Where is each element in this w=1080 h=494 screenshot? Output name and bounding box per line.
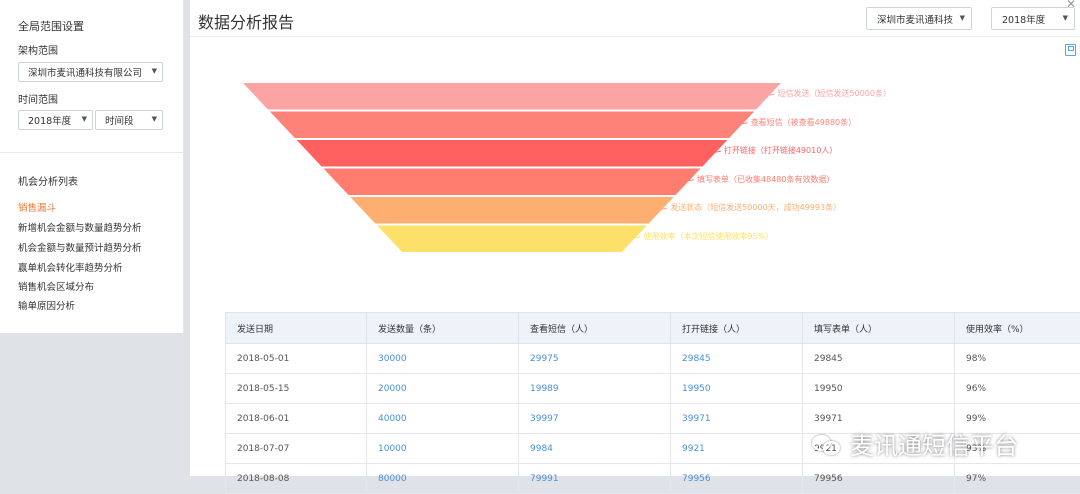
year-select[interactable]: 2018年度 ▼ xyxy=(18,110,93,130)
wechat-icon xyxy=(812,433,842,455)
chevron-down-icon: ▼ xyxy=(152,67,157,75)
cell-opened[interactable]: 9921 xyxy=(671,434,803,464)
cell-sent[interactable]: 80000 xyxy=(367,464,519,494)
report-table: 发送日期 发送数量（条） 查看短信（人） 打开链接（人） 填写表单（人） 使用效… xyxy=(225,312,1080,494)
sidebar-item-region-distribution[interactable]: 销售机会区域分布 xyxy=(18,279,94,293)
cell-sent[interactable]: 20000 xyxy=(367,374,519,404)
col-header-forms: 填写表单（人） xyxy=(803,313,955,344)
period-select[interactable]: 时间段 ▼ xyxy=(95,110,163,130)
cell-viewed[interactable]: 79991 xyxy=(519,464,671,494)
watermark-text: 麦讯通短信平台 xyxy=(850,426,1018,461)
cell-efficiency: 97% xyxy=(955,464,1080,494)
cell-sent[interactable]: 10000 xyxy=(367,434,519,464)
funnel-label: 填写表单（已收集48480条有效数据） xyxy=(697,174,834,185)
sidebar: 全局范围设置 架构范围 深圳市麦讯通科技有限公司 ▼ 时间范围 2018年度 ▼… xyxy=(0,0,184,333)
table-header-row: 发送日期 发送数量（条） 查看短信（人） 打开链接（人） 填写表单（人） 使用效… xyxy=(226,313,1080,344)
funnel-segment[interactable] xyxy=(324,169,701,196)
watermark: 麦讯通短信平台 xyxy=(812,426,1018,461)
funnel-segment[interactable] xyxy=(270,112,754,139)
time-scope-label: 时间范围 xyxy=(18,91,58,106)
cell-opened[interactable]: 19950 xyxy=(671,374,803,404)
global-settings-title: 全局范围设置 xyxy=(18,18,84,34)
period-value: 时间段 xyxy=(105,113,134,127)
cell-efficiency: 98% xyxy=(955,344,1080,374)
cell-date: 2018-06-01 xyxy=(226,404,367,434)
org-scope-value: 深圳市麦讯通科技有限公司 xyxy=(28,65,142,79)
cell-forms: 19950 xyxy=(803,374,955,404)
funnel-label: 打开链接（打开链接49010人） xyxy=(724,145,837,156)
funnel-segment[interactable] xyxy=(297,140,728,167)
chevron-down-icon: ▼ xyxy=(82,115,87,123)
funnel-segment[interactable] xyxy=(243,83,781,110)
table-row: 2018-05-15 20000 19989 19950 19950 96% xyxy=(226,374,1080,404)
table-row: 2018-08-08 80000 79991 79956 79956 97% xyxy=(226,464,1080,494)
col-header-sent: 发送数量（条） xyxy=(367,313,519,344)
cell-date: 2018-05-01 xyxy=(226,344,367,374)
cell-forms: 29845 xyxy=(803,344,955,374)
funnel-segment[interactable] xyxy=(350,197,673,224)
cell-efficiency: 96% xyxy=(955,374,1080,404)
col-header-date: 发送日期 xyxy=(226,313,367,344)
col-header-opened: 打开链接（人） xyxy=(671,313,803,344)
cell-viewed[interactable]: 29975 xyxy=(519,344,671,374)
cell-opened[interactable]: 29845 xyxy=(671,344,803,374)
col-header-viewed: 查看短信（人） xyxy=(519,313,671,344)
cell-opened[interactable]: 39971 xyxy=(671,404,803,434)
cell-date: 2018-08-08 xyxy=(226,464,367,494)
sidebar-item-loss-reasons[interactable]: 输单原因分析 xyxy=(18,298,75,312)
cell-date: 2018-07-07 xyxy=(226,434,367,464)
cell-sent[interactable]: 30000 xyxy=(367,344,519,374)
year-value: 2018年度 xyxy=(28,113,71,127)
cell-viewed[interactable]: 9984 xyxy=(519,434,671,464)
funnel-chart xyxy=(190,0,1080,300)
chevron-down-icon: ▼ xyxy=(152,115,157,123)
cell-sent[interactable]: 40000 xyxy=(367,404,519,434)
sidebar-item-new-opportunity-trend[interactable]: 新增机会金额与数量趋势分析 xyxy=(18,220,142,234)
funnel-label: 查看短信（被查看49880条） xyxy=(751,117,856,128)
funnel-label: 发送状态（短信发送50000天，成功49993条） xyxy=(670,202,841,213)
cell-forms: 79956 xyxy=(803,464,955,494)
cell-viewed[interactable]: 39997 xyxy=(519,404,671,434)
org-scope-select[interactable]: 深圳市麦讯通科技有限公司 ▼ xyxy=(18,62,163,82)
funnel-label: 使用效率（本次短信使用效率95%） xyxy=(643,231,773,242)
org-scope-label: 架构范围 xyxy=(18,42,58,57)
sidebar-item-win-rate-trend[interactable]: 赢单机会转化率趋势分析 xyxy=(18,260,123,274)
cell-date: 2018-05-15 xyxy=(226,374,367,404)
cell-viewed[interactable]: 19989 xyxy=(519,374,671,404)
col-header-efficiency: 使用效率（%） xyxy=(955,313,1080,344)
report-panel: 数据分析报告 深圳市麦讯通科技 ▼ 2018年度 ▼ ✕ 短信发送（短信发送50… xyxy=(190,0,1080,476)
funnel-label: 短信发送（短信发送50000条） xyxy=(778,88,891,99)
analysis-list-title: 机会分析列表 xyxy=(18,173,78,188)
sidebar-item-forecast-trend[interactable]: 机会金额与数量预计趋势分析 xyxy=(18,240,142,254)
funnel-segment[interactable] xyxy=(377,226,647,253)
sidebar-item-sales-funnel[interactable]: 销售漏斗 xyxy=(18,200,56,214)
table-row: 2018-05-01 30000 29975 29845 29845 98% xyxy=(226,344,1080,374)
cell-opened[interactable]: 79956 xyxy=(671,464,803,494)
sidebar-divider xyxy=(0,152,183,153)
